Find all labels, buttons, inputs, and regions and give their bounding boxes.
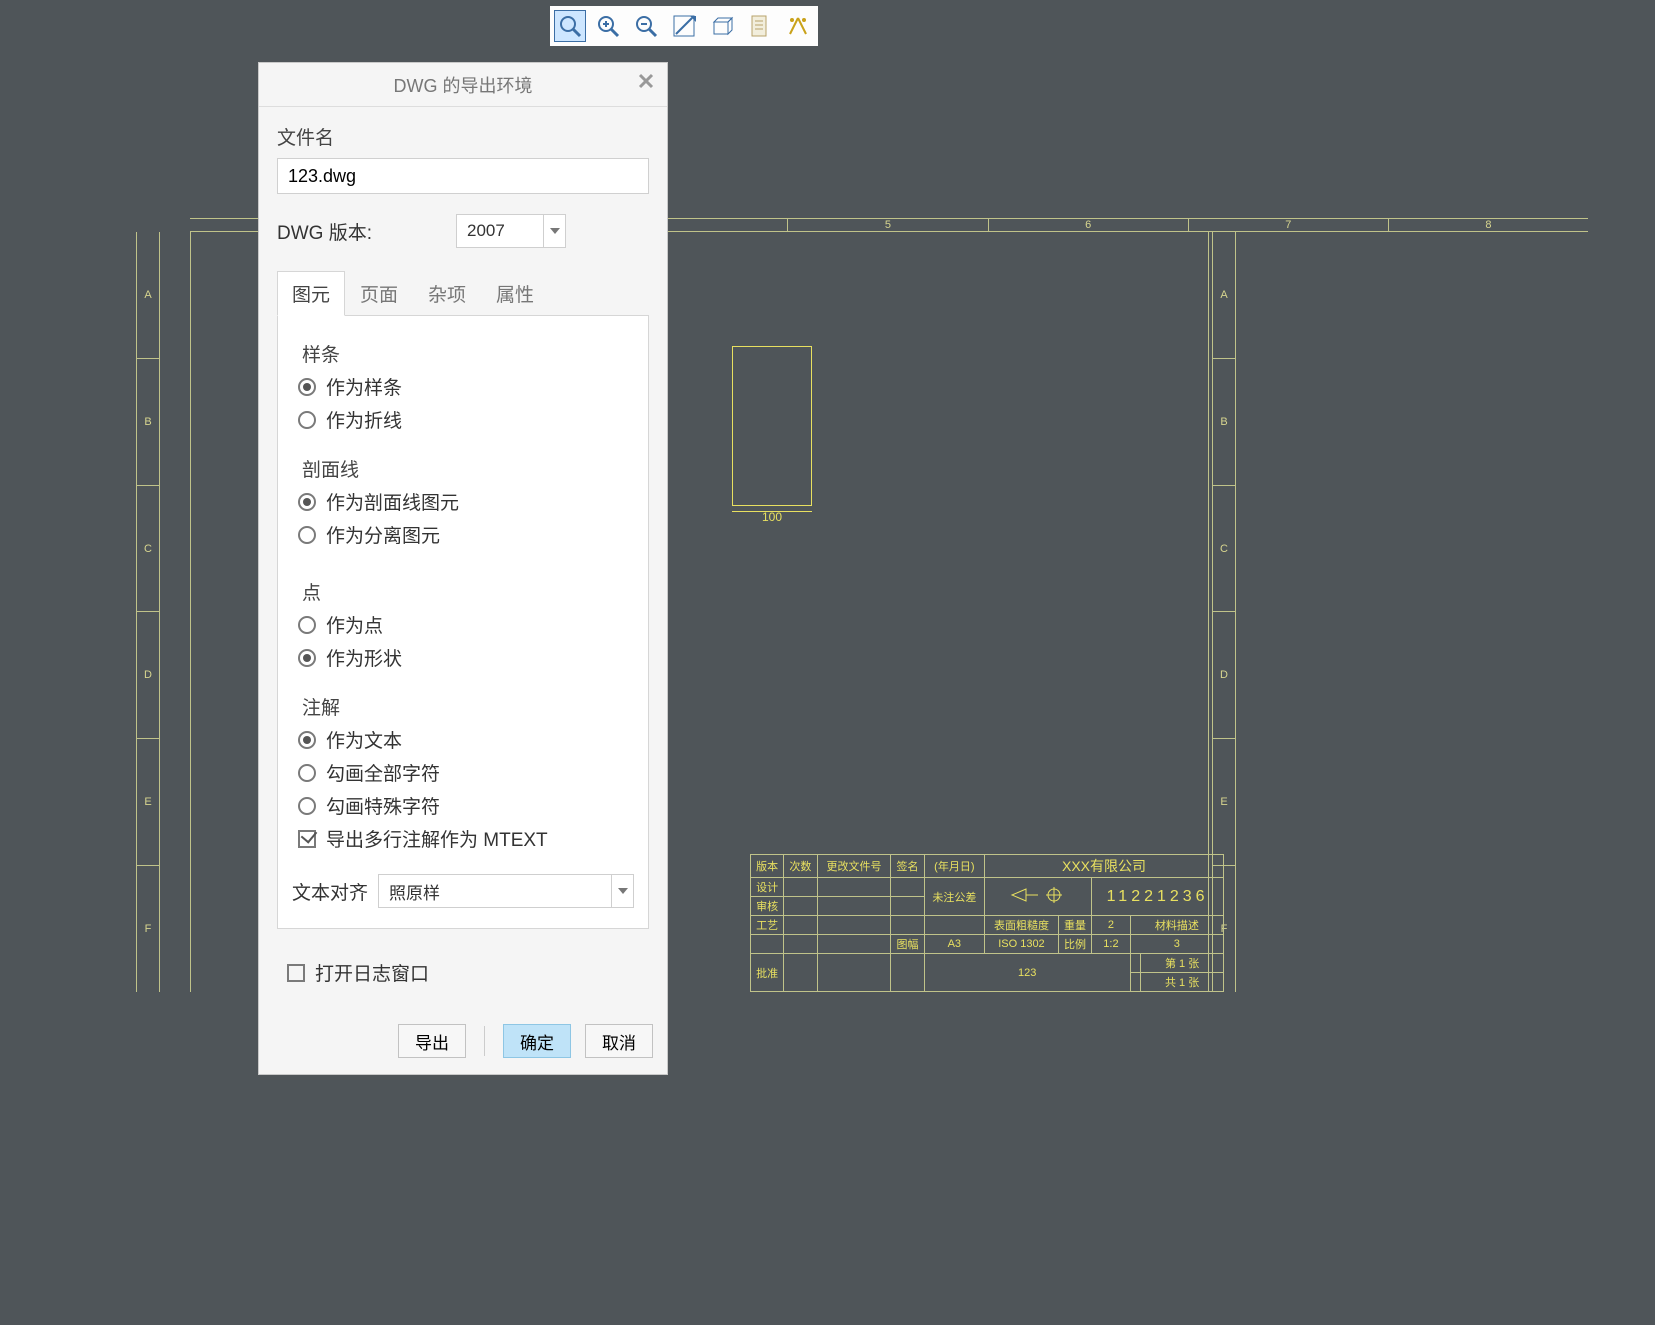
group-point-label: 点 bbox=[302, 578, 634, 605]
checkbox-icon bbox=[298, 830, 316, 848]
view-3d-button[interactable] bbox=[706, 10, 738, 42]
radio-point-as-point[interactable]: 作为点 bbox=[298, 611, 634, 638]
text-align-dropdown[interactable]: 照原样 bbox=[378, 874, 634, 908]
tab-elements[interactable]: 图元 bbox=[277, 271, 345, 316]
version-label: DWG 版本: bbox=[277, 218, 372, 245]
checkbox-icon bbox=[287, 964, 305, 982]
export-dwg-dialog: DWG 的导出环境 文件名 DWG 版本: 2007 图元 页面 杂项 属性 样… bbox=[258, 62, 668, 1075]
radio-annot-as-text[interactable]: 作为文本 bbox=[298, 726, 634, 753]
view-toolbar bbox=[550, 6, 818, 46]
zoom-out-button[interactable] bbox=[630, 10, 662, 42]
drawing-entity bbox=[732, 346, 812, 506]
title-block: 版本次数 更改文件号签名 (年月日) XXX有限公司 设计 未注公差 11221… bbox=[750, 854, 1224, 980]
radio-icon bbox=[298, 411, 316, 429]
radio-hatch-as-hatch[interactable]: 作为剖面线图元 bbox=[298, 488, 634, 515]
company-name: XXX有限公司 bbox=[985, 855, 1224, 878]
export-button[interactable]: 导出 bbox=[398, 1024, 466, 1058]
chevron-down-icon bbox=[611, 875, 633, 907]
separator bbox=[484, 1026, 485, 1056]
radio-icon bbox=[298, 764, 316, 782]
radio-icon bbox=[298, 526, 316, 544]
check-export-mtext[interactable]: 导出多行注解作为 MTEXT bbox=[298, 825, 634, 852]
group-hatch-label: 剖面线 bbox=[302, 455, 634, 482]
radio-annot-draw-special[interactable]: 勾画特殊字符 bbox=[298, 792, 634, 819]
radio-icon bbox=[298, 493, 316, 511]
radio-spline-as-polyline[interactable]: 作为折线 bbox=[298, 406, 634, 433]
dialog-footer: 导出 确定 取消 bbox=[259, 1012, 667, 1074]
filename-input[interactable] bbox=[277, 158, 649, 194]
radio-icon bbox=[298, 649, 316, 667]
radio-annot-draw-all[interactable]: 勾画全部字符 bbox=[298, 759, 634, 786]
misc-tool-button[interactable] bbox=[782, 10, 814, 42]
tab-attrs[interactable]: 属性 bbox=[481, 271, 549, 316]
filename-label: 文件名 bbox=[277, 123, 649, 150]
sheet-button[interactable] bbox=[744, 10, 776, 42]
radio-point-as-shape[interactable]: 作为形状 bbox=[298, 644, 634, 671]
tab-page[interactable]: 页面 bbox=[345, 271, 413, 316]
ok-button[interactable]: 确定 bbox=[503, 1024, 571, 1058]
radio-icon bbox=[298, 616, 316, 634]
zoom-fit-button[interactable] bbox=[554, 10, 586, 42]
close-icon[interactable] bbox=[635, 73, 657, 95]
radio-icon bbox=[298, 797, 316, 815]
tab-bar: 图元 页面 杂项 属性 bbox=[277, 270, 649, 316]
check-open-log[interactable]: 打开日志窗口 bbox=[287, 959, 645, 986]
dimension-value: 100 bbox=[762, 510, 782, 524]
chevron-down-icon bbox=[543, 215, 565, 247]
text-align-label: 文本对齐 bbox=[292, 878, 368, 905]
version-dropdown[interactable]: 2007 bbox=[456, 214, 566, 248]
dialog-title: DWG 的导出环境 bbox=[259, 63, 667, 107]
cancel-button[interactable]: 取消 bbox=[585, 1024, 653, 1058]
zoom-in-button[interactable] bbox=[592, 10, 624, 42]
group-annot-label: 注解 bbox=[302, 693, 634, 720]
part-number: 11221236 bbox=[1092, 878, 1224, 916]
group-spline-label: 样条 bbox=[302, 340, 634, 367]
radio-hatch-as-separate[interactable]: 作为分离图元 bbox=[298, 521, 634, 548]
radio-spline-as-spline[interactable]: 作为样条 bbox=[298, 373, 634, 400]
zoom-window-button[interactable] bbox=[668, 10, 700, 42]
ruler-left: ABC DEF bbox=[136, 232, 160, 992]
tab-panel-elements: 样条 作为样条 作为折线 剖面线 作为剖面线图元 作为分离图元 点 作为点 bbox=[277, 316, 649, 929]
radio-icon bbox=[298, 378, 316, 396]
tab-misc[interactable]: 杂项 bbox=[413, 271, 481, 316]
radio-icon bbox=[298, 731, 316, 749]
